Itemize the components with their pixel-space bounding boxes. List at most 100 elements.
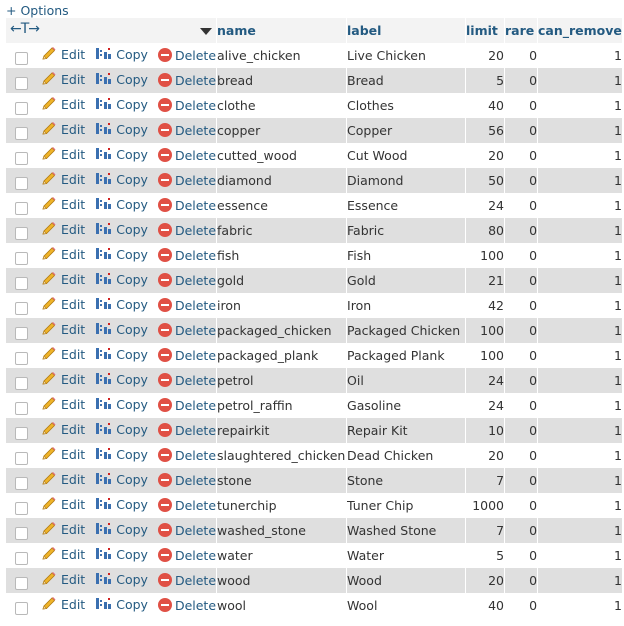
- cell-label[interactable]: Wool: [346, 593, 467, 618]
- copy-button[interactable]: Copy: [95, 96, 148, 112]
- edit-button[interactable]: Edit: [40, 121, 85, 137]
- cell-label[interactable]: Stone: [346, 468, 467, 493]
- cell-can-remove[interactable]: 1: [537, 468, 623, 493]
- cell-limit[interactable]: 20: [465, 568, 506, 593]
- cell-limit[interactable]: 20: [465, 143, 506, 168]
- cell-rare[interactable]: 0: [504, 118, 539, 143]
- edit-button[interactable]: Edit: [40, 446, 85, 462]
- cell-name[interactable]: alive_chicken: [216, 43, 348, 68]
- edit-button[interactable]: Edit: [40, 246, 85, 262]
- cell-rare[interactable]: 0: [504, 318, 539, 343]
- copy-button[interactable]: Copy: [95, 446, 148, 462]
- row-checkbox[interactable]: [15, 427, 28, 440]
- delete-button[interactable]: Delete: [157, 248, 216, 263]
- cell-label[interactable]: Packaged Chicken: [346, 318, 467, 343]
- cell-name[interactable]: gold: [216, 268, 348, 293]
- delete-button[interactable]: Delete: [157, 348, 216, 363]
- copy-button[interactable]: Copy: [95, 496, 148, 512]
- cell-can-remove[interactable]: 1: [537, 418, 623, 443]
- cell-rare[interactable]: 0: [504, 418, 539, 443]
- row-checkbox[interactable]: [15, 602, 28, 615]
- row-checkbox[interactable]: [15, 127, 28, 140]
- cell-name[interactable]: iron: [216, 293, 348, 318]
- cell-name[interactable]: stone: [216, 468, 348, 493]
- edit-button[interactable]: Edit: [40, 396, 85, 412]
- cell-name[interactable]: slaughtered_chicken: [216, 443, 348, 468]
- cell-name[interactable]: cutted_wood: [216, 143, 348, 168]
- column-header-rare[interactable]: rare: [504, 18, 539, 43]
- edit-button[interactable]: Edit: [40, 471, 85, 487]
- cell-label[interactable]: Copper: [346, 118, 467, 143]
- cell-label[interactable]: Wood: [346, 568, 467, 593]
- cell-label[interactable]: Oil: [346, 368, 467, 393]
- edit-button[interactable]: Edit: [40, 71, 85, 87]
- cell-label[interactable]: Repair Kit: [346, 418, 467, 443]
- cell-limit[interactable]: 7: [465, 518, 506, 543]
- copy-button[interactable]: Copy: [95, 596, 148, 612]
- copy-button[interactable]: Copy: [95, 296, 148, 312]
- cell-rare[interactable]: 0: [504, 268, 539, 293]
- copy-button[interactable]: Copy: [95, 421, 148, 437]
- column-header-label[interactable]: label: [346, 18, 467, 43]
- cell-name[interactable]: tunerchip: [216, 493, 348, 518]
- edit-button[interactable]: Edit: [40, 596, 85, 612]
- edit-button[interactable]: Edit: [40, 171, 85, 187]
- cell-rare[interactable]: 0: [504, 493, 539, 518]
- cell-limit[interactable]: 5: [465, 543, 506, 568]
- row-checkbox[interactable]: [15, 552, 28, 565]
- edit-button[interactable]: Edit: [40, 271, 85, 287]
- delete-button[interactable]: Delete: [157, 148, 216, 163]
- cell-can-remove[interactable]: 1: [537, 318, 623, 343]
- delete-button[interactable]: Delete: [157, 273, 216, 288]
- cell-label[interactable]: Live Chicken: [346, 43, 467, 68]
- cell-name[interactable]: copper: [216, 118, 348, 143]
- delete-button[interactable]: Delete: [157, 498, 216, 513]
- delete-button[interactable]: Delete: [157, 598, 216, 613]
- cell-limit[interactable]: 100: [465, 243, 506, 268]
- cell-can-remove[interactable]: 1: [537, 218, 623, 243]
- cell-label[interactable]: Washed Stone: [346, 518, 467, 543]
- row-checkbox[interactable]: [15, 177, 28, 190]
- cell-rare[interactable]: 0: [504, 518, 539, 543]
- row-checkbox[interactable]: [15, 577, 28, 590]
- cell-name[interactable]: fabric: [216, 218, 348, 243]
- cell-can-remove[interactable]: 1: [537, 243, 623, 268]
- delete-button[interactable]: Delete: [157, 323, 216, 338]
- delete-button[interactable]: Delete: [157, 548, 216, 563]
- delete-button[interactable]: Delete: [157, 198, 216, 213]
- edit-button[interactable]: Edit: [40, 521, 85, 537]
- cell-name[interactable]: wood: [216, 568, 348, 593]
- row-checkbox[interactable]: [15, 502, 28, 515]
- delete-button[interactable]: Delete: [157, 223, 216, 238]
- cell-rare[interactable]: 0: [504, 568, 539, 593]
- delete-button[interactable]: Delete: [157, 73, 216, 88]
- cell-can-remove[interactable]: 1: [537, 93, 623, 118]
- edit-button[interactable]: Edit: [40, 221, 85, 237]
- row-checkbox[interactable]: [15, 152, 28, 165]
- cell-can-remove[interactable]: 1: [537, 193, 623, 218]
- column-header-can-remove[interactable]: can_remove: [537, 18, 623, 43]
- row-checkbox[interactable]: [15, 527, 28, 540]
- row-checkbox[interactable]: [15, 327, 28, 340]
- row-checkbox[interactable]: [15, 102, 28, 115]
- cell-label[interactable]: Dead Chicken: [346, 443, 467, 468]
- delete-button[interactable]: Delete: [157, 373, 216, 388]
- cell-rare[interactable]: 0: [504, 143, 539, 168]
- cell-rare[interactable]: 0: [504, 193, 539, 218]
- cell-can-remove[interactable]: 1: [537, 43, 623, 68]
- cell-label[interactable]: Fish: [346, 243, 467, 268]
- row-checkbox[interactable]: [15, 402, 28, 415]
- copy-button[interactable]: Copy: [95, 321, 148, 337]
- edit-button[interactable]: Edit: [40, 46, 85, 62]
- cell-limit[interactable]: 1000: [465, 493, 506, 518]
- delete-button[interactable]: Delete: [157, 173, 216, 188]
- cell-can-remove[interactable]: 1: [537, 268, 623, 293]
- cell-name[interactable]: essence: [216, 193, 348, 218]
- cell-limit[interactable]: 7: [465, 468, 506, 493]
- cell-limit[interactable]: 80: [465, 218, 506, 243]
- cell-limit[interactable]: 40: [465, 593, 506, 618]
- row-checkbox[interactable]: [15, 302, 28, 315]
- cell-limit[interactable]: 21: [465, 268, 506, 293]
- cell-can-remove[interactable]: 1: [537, 168, 623, 193]
- cell-can-remove[interactable]: 1: [537, 118, 623, 143]
